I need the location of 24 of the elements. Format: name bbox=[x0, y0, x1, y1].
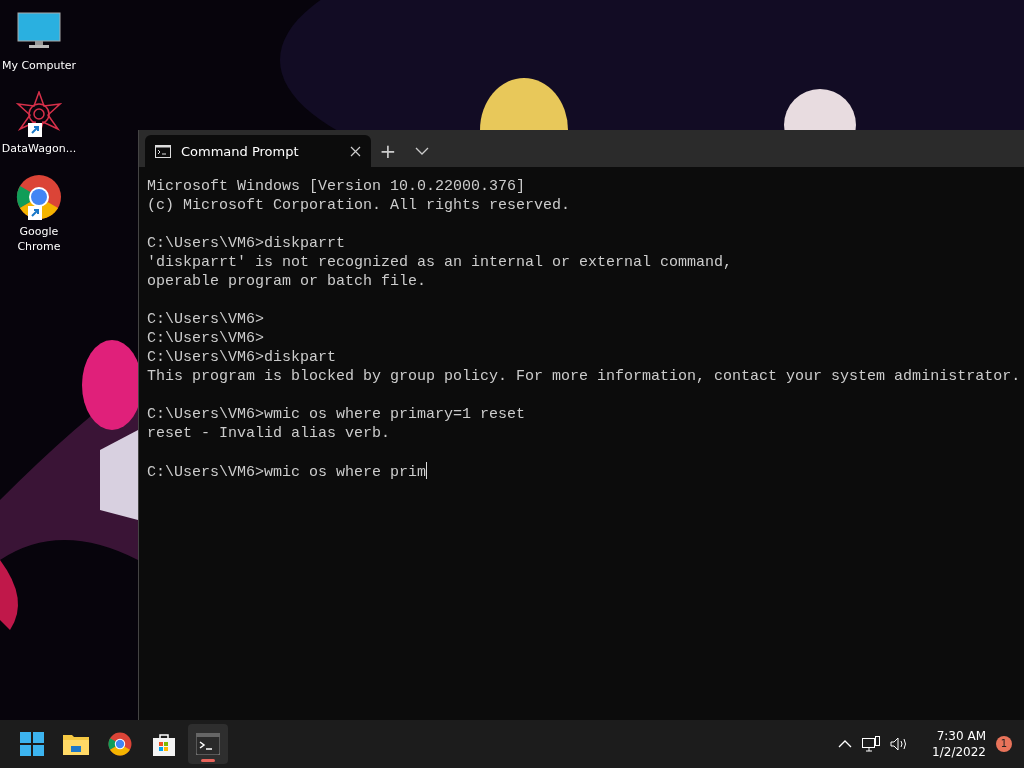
volume-icon[interactable] bbox=[890, 737, 909, 751]
shortcut-arrow-icon bbox=[28, 206, 42, 220]
dropdown-caret-icon[interactable] bbox=[415, 147, 429, 155]
notification-count[interactable]: 1 bbox=[996, 736, 1012, 752]
console-icon bbox=[155, 144, 171, 158]
network-monitor-icon[interactable] bbox=[862, 736, 881, 752]
shopping-bag-icon bbox=[152, 732, 176, 756]
desktop-icon-label[interactable]: DataWagon... bbox=[1, 141, 77, 156]
clock-date[interactable]: 1/2/2022 bbox=[932, 744, 986, 760]
terminal-icon bbox=[196, 733, 220, 755]
chrome-icon bbox=[16, 174, 62, 220]
chevron-up-icon[interactable] bbox=[838, 740, 853, 748]
terminal-output[interactable]: Microsoft Windows [Version 10.0.22000.376] (c) Microsoft Corporation. All rights reserved. C:\Users\VM6>diskparrt 'diskparrt' is not recognized as an internal or external command, operable program or batch file. C:\Users\VM6> C:\Users\VM6> C:\Users\VM6>diskpart This program is blocked by group policy. For more information, contact your system administrator. C:\Users\VM6>wmic os where primary=1 reset reset - Invalid alias verb. C:\Users\VM6>wmic os where prim bbox=[139, 167, 1024, 501]
terminal-tab[interactable]: Command Prompt bbox=[145, 135, 371, 167]
chrome-icon bbox=[108, 732, 132, 756]
desktop-icon-label[interactable]: Google Chrome bbox=[0, 224, 78, 254]
clock-time[interactable]: 7:30 AM bbox=[936, 728, 986, 744]
windows-logo-icon bbox=[20, 732, 44, 756]
folder-icon bbox=[63, 733, 89, 755]
shortcut-arrow-icon bbox=[28, 123, 42, 137]
new-tab-button[interactable]: + bbox=[371, 135, 405, 167]
close-icon[interactable] bbox=[350, 145, 361, 157]
desktop-icon-label[interactable]: My Computer bbox=[1, 58, 77, 73]
monitor-icon bbox=[17, 12, 61, 50]
